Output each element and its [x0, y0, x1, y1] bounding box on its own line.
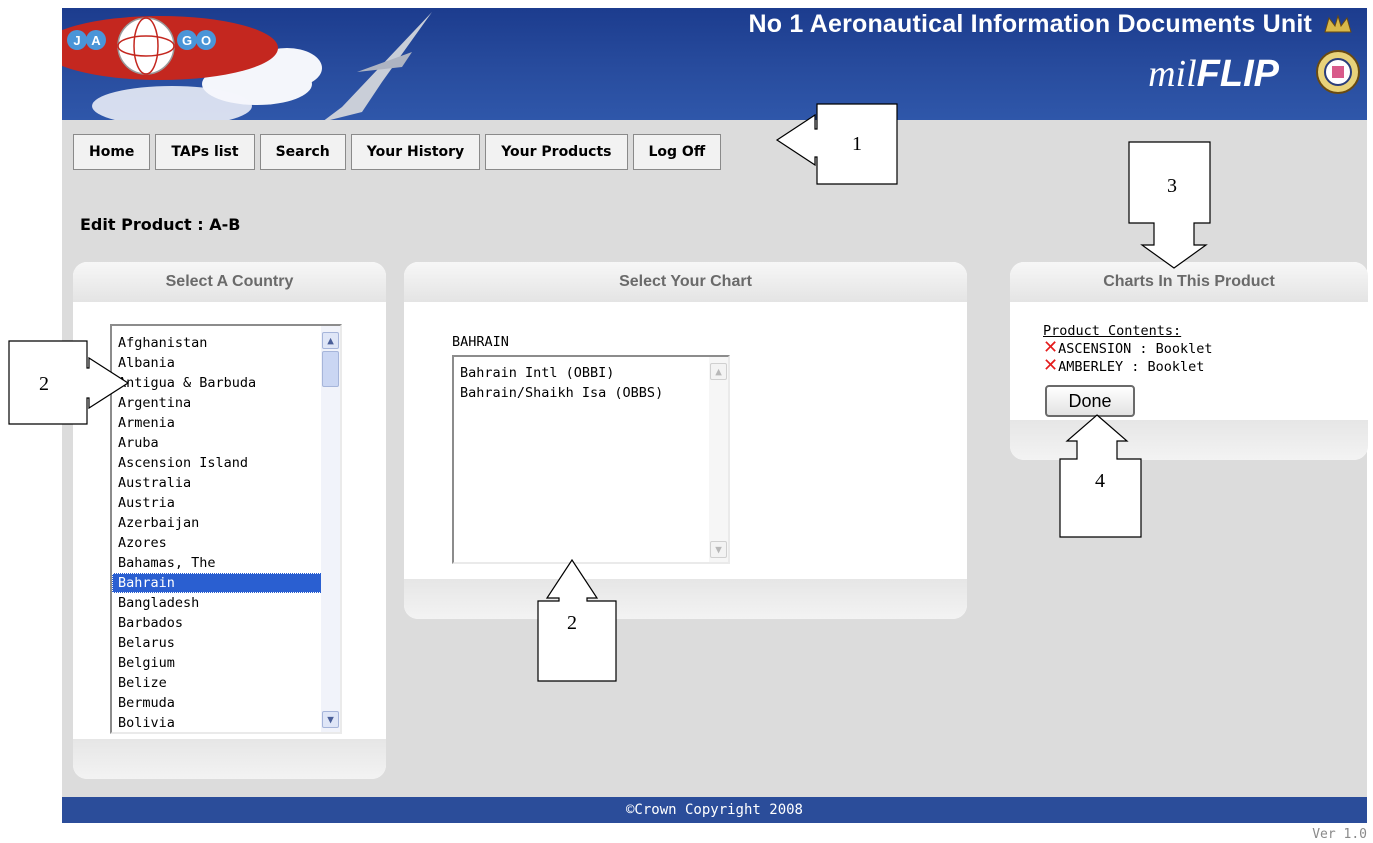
country-option[interactable]: Afghanistan [112, 333, 340, 353]
country-option[interactable]: Azerbaijan [112, 513, 340, 533]
chart-option[interactable]: Bahrain Intl (OBBI) [454, 363, 728, 383]
scroll-down-icon[interactable]: ▼ [710, 541, 727, 558]
country-listbox[interactable]: Afghanistan Albania Antigua & Barbuda Argen… [110, 324, 342, 734]
main-nav: Home TAPs list Search Your History Your … [73, 134, 722, 172]
country-option[interactable]: Bangladesh [112, 593, 340, 613]
callout-label: 4 [1095, 470, 1105, 492]
header-banner: J A G O No 1 Aeronautical Information Do… [62, 8, 1367, 120]
country-panel-heading: Select A Country [73, 262, 386, 302]
logo-letter: O [201, 33, 211, 48]
product-item: ✕ASCENSION : Booklet [1043, 339, 1213, 358]
country-option[interactable]: Azores [112, 533, 340, 553]
country-option[interactable]: Bermuda [112, 693, 340, 713]
logo-letter: G [182, 33, 192, 48]
country-option[interactable]: Albania [112, 353, 340, 373]
country-option[interactable]: Belarus [112, 633, 340, 653]
callout-label: 2 [39, 373, 49, 395]
logo-letter: J [73, 33, 80, 48]
country-option[interactable]: Austria [112, 493, 340, 513]
cloud-graphic [92, 86, 252, 120]
product-contents: Product Contents: ✕ASCENSION : Booklet ✕… [1043, 322, 1213, 376]
nav-home-button[interactable]: Home [73, 134, 151, 170]
brand-prefix: mil [1148, 53, 1197, 95]
scroll-up-icon[interactable]: ▲ [710, 363, 727, 380]
callout-label: 1 [852, 133, 862, 155]
brand-suffix: FLIP [1196, 53, 1279, 95]
nav-log-off-button[interactable]: Log Off [632, 134, 722, 170]
product-item-label: AMBERLEY : Booklet [1058, 359, 1205, 375]
version-label: Ver 1.0 [1312, 827, 1367, 842]
product-item-label: ASCENSION : Booklet [1058, 341, 1213, 357]
scroll-thumb[interactable] [322, 351, 339, 387]
chart-option[interactable]: Bahrain/Shaikh Isa (OBBS) [454, 383, 728, 403]
scroll-up-icon[interactable]: ▲ [322, 332, 339, 349]
nav-search-button[interactable]: Search [259, 134, 346, 170]
country-option[interactable]: Australia [112, 473, 340, 493]
jago-logo: J A G O [62, 16, 278, 80]
callout-label: 3 [1167, 175, 1177, 197]
remove-icon[interactable]: ✕ [1043, 355, 1058, 376]
selected-country-label: BAHRAIN [452, 334, 509, 350]
country-list: Afghanistan Albania Antigua & Barbuda Argen… [112, 333, 340, 733]
milflip-brand: milFLIP [1148, 52, 1279, 96]
country-option[interactable]: Bolivia [112, 713, 340, 733]
callout-arrow-4: 4 [1059, 414, 1142, 538]
country-option[interactable]: Ascension Island [112, 453, 340, 473]
country-option[interactable]: Belgium [112, 653, 340, 673]
panel-footer [404, 579, 967, 619]
country-option[interactable]: Bahrain [112, 573, 340, 593]
nav-taps-list-button[interactable]: TAPs list [155, 134, 255, 170]
nav-your-products-button[interactable]: Your Products [485, 134, 628, 170]
chart-list: Bahrain Intl (OBBI) Bahrain/Shaikh Isa (O… [454, 363, 728, 403]
product-contents-label: Product Contents: [1043, 323, 1182, 339]
chart-scrollbar[interactable]: ▲ ▼ [709, 357, 728, 562]
product-item: ✕AMBERLEY : Booklet [1043, 355, 1213, 376]
chart-listbox[interactable]: Bahrain Intl (OBBI) Bahrain/Shaikh Isa (O… [452, 355, 730, 564]
scroll-down-icon[interactable]: ▼ [322, 711, 339, 728]
country-option[interactable]: Barbados [112, 613, 340, 633]
page-title: Edit Product : A-B [80, 215, 241, 234]
callout-arrow-2-left: 2 [8, 340, 130, 425]
callout-label: 2 [567, 612, 577, 634]
callout-arrow-2-bottom: 2 [537, 558, 617, 682]
callout-arrow-1: 1 [775, 103, 898, 185]
callout-arrow-3: 3 [1128, 141, 1211, 269]
country-option[interactable]: Aruba [112, 433, 340, 453]
country-option[interactable]: Antigua & Barbuda [112, 373, 340, 393]
country-option[interactable]: Armenia [112, 413, 340, 433]
country-scrollbar[interactable]: ▲ ▼ [321, 326, 340, 732]
country-option[interactable]: Bahamas, The [112, 553, 340, 573]
nav-your-history-button[interactable]: Your History [350, 134, 481, 170]
country-option[interactable]: Belize [112, 673, 340, 693]
site-title: No 1 Aeronautical Information Documents … [748, 10, 1312, 38]
jet-aircraft-icon [324, 12, 432, 120]
chart-panel-heading: Select Your Chart [404, 262, 967, 302]
logo-letter: A [91, 33, 101, 48]
squadron-crest-icon [1316, 14, 1360, 94]
footer-copyright: ©Crown Copyright 2008 [62, 797, 1367, 823]
country-option[interactable]: Argentina [112, 393, 340, 413]
panel-footer [73, 739, 386, 779]
